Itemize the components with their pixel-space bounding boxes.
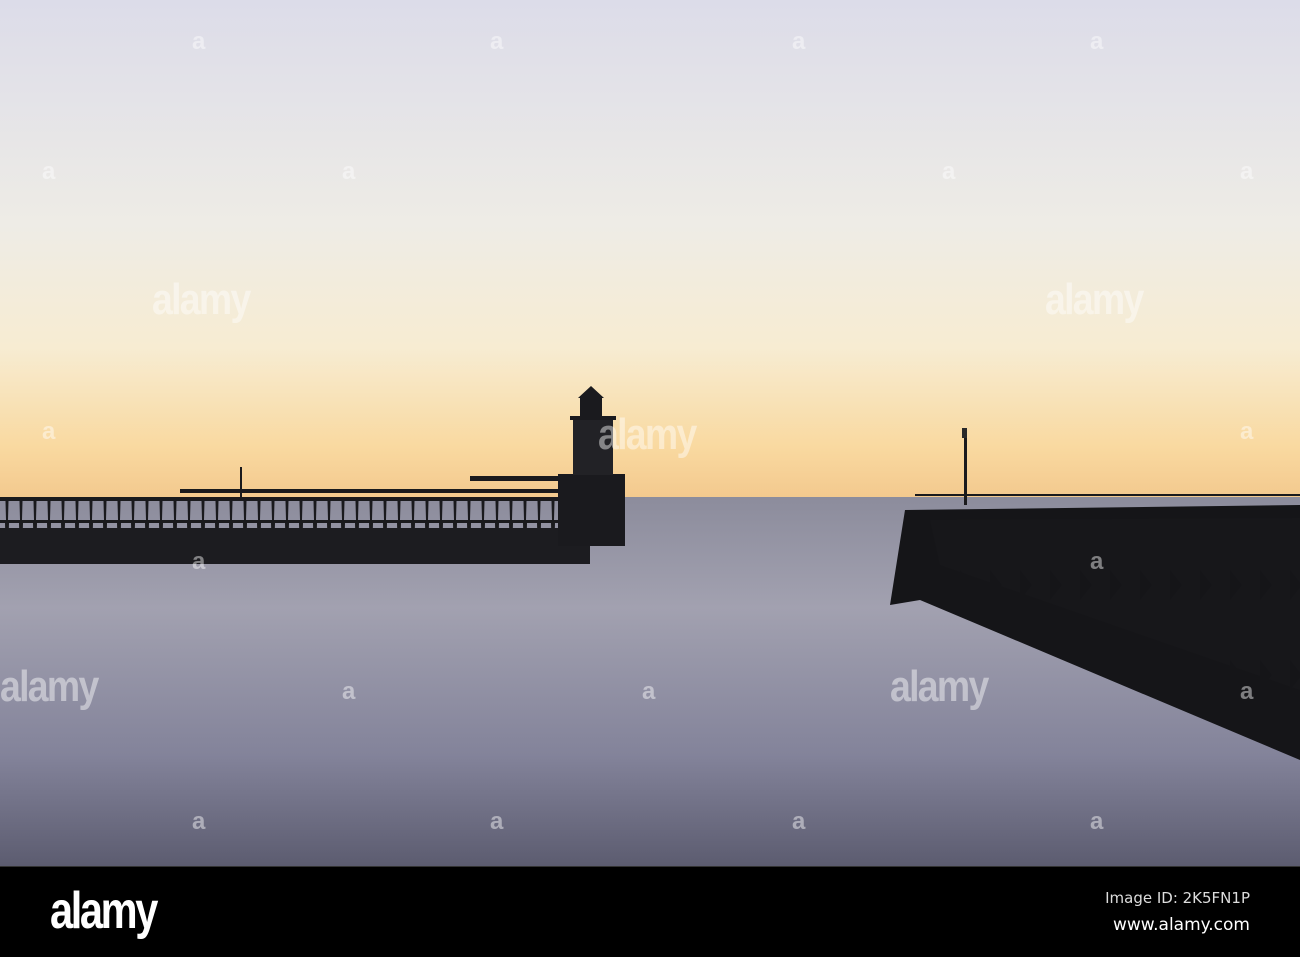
watermark-icon: a [490,808,504,835]
watermark-icon: a [792,808,806,835]
watermark-icon: a [942,158,956,185]
watermark-text: alamy [890,662,989,711]
watermark-icon: a [792,28,806,55]
watermark-icon: a [1090,28,1104,55]
watermark-icon: a [342,158,356,185]
watermark-icon: a [1240,418,1254,445]
watermark-text: alamy [152,275,251,324]
watermark-text: alamy [598,410,697,459]
watermark-icon: a [1090,548,1104,575]
watermark-icon: a [1240,678,1254,705]
watermark-icon: a [42,418,56,445]
watermark-text: alamy [0,662,99,711]
footer-bar: alamy Image ID: 2K5FN1P www.alamy.com [0,866,1300,957]
watermark-icon: a [642,678,656,705]
site-url: www.alamy.com [1112,915,1250,935]
watermark-icon: a [1240,158,1254,185]
watermark-icon: a [1090,808,1104,835]
watermark-icon: a [192,808,206,835]
watermark-text: alamy [1045,275,1144,324]
image-id: Image ID: 2K5FN1P [1105,889,1250,907]
watermark-icon: a [192,28,206,55]
alamy-logo: alamy [50,882,158,940]
watermark-icon: a [192,548,206,575]
watermark-icon: a [342,678,356,705]
watermark-icon: a [42,158,56,185]
watermark-icon: a [490,28,504,55]
